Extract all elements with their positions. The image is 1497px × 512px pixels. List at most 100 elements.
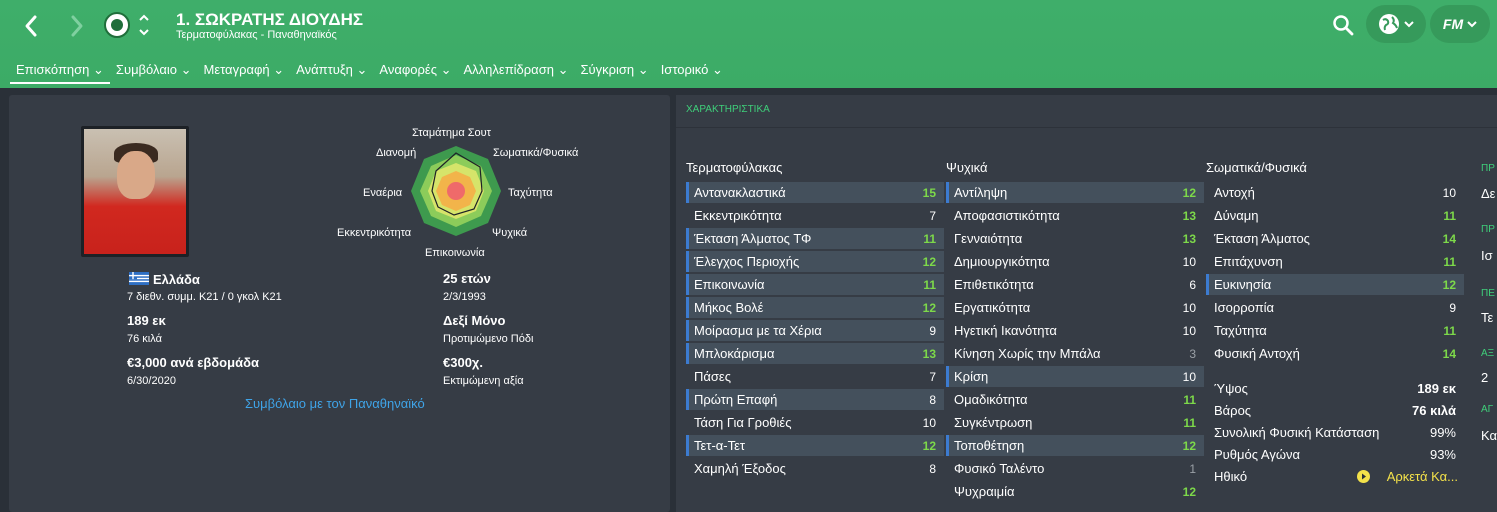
attribute-value: 10 <box>1182 323 1196 338</box>
attribute-row[interactable]: Γενναιότητα 13 <box>946 228 1204 249</box>
fm-menu-button[interactable]: FM <box>1430 5 1490 43</box>
attribute-name: Αντανακλαστικά <box>694 185 786 200</box>
attribute-row[interactable]: Έλεγχος Περιοχής 12 <box>686 251 944 272</box>
mental-header: Ψυχικά <box>946 160 988 175</box>
greece-flag-icon <box>129 272 149 285</box>
attributes-section-title: ΧΑΡΑΚΤΗΡΙΣΤΙΚΑ <box>686 104 770 115</box>
attribute-value: 13 <box>1182 231 1196 246</box>
attribute-row[interactable]: Μήκος Βολέ 12 <box>686 297 944 318</box>
physical-header: Σωματικά/Φυσικά <box>1206 160 1307 175</box>
player-switch-icon[interactable] <box>138 12 150 41</box>
attribute-name: Αντίληψη <box>954 185 1008 200</box>
edge-value-1: Δε <box>1481 186 1496 201</box>
attribute-name: Φυσική Αντοχή <box>1214 346 1300 361</box>
attribute-name: Ταχύτητα <box>1214 323 1267 338</box>
attribute-row[interactable]: Αποφασιστικότητα 13 <box>946 205 1204 226</box>
weight-value: 76 κιλά <box>127 333 162 345</box>
tab-interaction[interactable]: Αλληλεπίδραση ⌄ <box>458 62 575 84</box>
tab-overview[interactable]: Επισκόπηση ⌄ <box>10 62 110 84</box>
club-badge-icon[interactable] <box>104 12 130 38</box>
detail-label: Ηθικό <box>1214 468 1248 484</box>
attribute-value: 10 <box>1182 254 1196 269</box>
attribute-row[interactable]: Τετ-α-Τετ 12 <box>686 435 944 456</box>
attribute-row[interactable]: Φυσική Αντοχή 14 <box>1206 343 1464 364</box>
tab-reports[interactable]: Αναφορές ⌄ <box>373 62 457 84</box>
attribute-row[interactable]: Έκταση Άλματος 14 <box>1206 228 1464 249</box>
estimated-value: €300χ. <box>443 355 484 370</box>
detail-label: Ύψος <box>1214 380 1248 396</box>
attribute-row[interactable]: Φυσικό Ταλέντο 1 <box>946 458 1204 479</box>
attribute-row[interactable]: Αντίληψη 12 <box>946 182 1204 203</box>
tab-comparison[interactable]: Σύγκριση ⌄ <box>574 62 654 84</box>
wage-value: €3,000 ανά εβδομάδα <box>127 355 259 370</box>
attribute-row[interactable]: Ομαδικότητα 11 <box>946 389 1204 410</box>
attribute-row[interactable]: Εκκεντρικότητα 7 <box>686 205 944 226</box>
forward-arrow-icon[interactable] <box>62 12 90 40</box>
contract-end-date: 6/30/2020 <box>127 375 176 387</box>
attribute-row[interactable]: Δύναμη 11 <box>1206 205 1464 226</box>
tab-contract[interactable]: Συμβόλαιο ⌄ <box>110 62 198 84</box>
attribute-row[interactable]: Αντανακλαστικά 15 <box>686 182 944 203</box>
attribute-row[interactable]: Μοίρασμα με τα Χέρια 9 <box>686 320 944 341</box>
globe-icon <box>1379 14 1399 34</box>
attribute-name: Ηγετική Ικανότητα <box>954 323 1057 338</box>
radar-label-distribution: Διανομή <box>376 147 417 159</box>
attribute-row[interactable]: Συγκέντρωση 11 <box>946 412 1204 433</box>
edge-header-2: ΠΡ <box>1481 224 1495 235</box>
attribute-name: Εκκεντρικότητα <box>694 208 782 223</box>
search-icon[interactable] <box>1332 14 1354 36</box>
attribute-value: 11 <box>1183 392 1196 407</box>
attribute-row[interactable]: Τοποθέτηση 12 <box>946 435 1204 456</box>
attribute-row[interactable]: Κίνηση Χωρίς την Μπάλα 3 <box>946 343 1204 364</box>
attribute-row[interactable]: Ευκινησία 12 <box>1206 274 1464 295</box>
attribute-name: Πάσες <box>694 369 731 384</box>
header-bar: 1. ΣΩΚΡΑΤΗΣ ΔΙΟΥΔΗΣ Τερματοφύλακας - Παν… <box>0 0 1497 88</box>
attribute-row[interactable]: Τάση Για Γροθιές 10 <box>686 412 944 433</box>
attribute-value: 8 <box>929 392 936 407</box>
globe-menu-button[interactable] <box>1366 5 1426 43</box>
attribute-value: 10 <box>922 415 936 430</box>
tab-history[interactable]: Ιστορικό ⌄ <box>655 62 729 84</box>
radar-label-eccentricity: Εκκεντρικότητα <box>337 227 412 239</box>
attribute-row[interactable]: Ισορροπία 9 <box>1206 297 1464 318</box>
attribute-value: 11 <box>923 277 936 292</box>
attribute-value: 11 <box>1443 254 1456 269</box>
attribute-row[interactable]: Εργατικότητα 10 <box>946 297 1204 318</box>
attribute-value: 3 <box>1189 346 1196 361</box>
attribute-row[interactable]: Ψυχραιμία 12 <box>946 481 1204 502</box>
attribute-name: Αποφασιστικότητα <box>954 208 1060 223</box>
attribute-row[interactable]: Ηγετική Ικανότητα 10 <box>946 320 1204 341</box>
contract-link[interactable]: Συμβόλαιο με τον Παναθηναϊκό <box>245 396 425 411</box>
edge-value-3: Τε <box>1481 310 1494 325</box>
edge-value-4: 2 <box>1481 370 1489 385</box>
radar-label-shot-stopping: Σταμάτημα Σουτ <box>412 127 492 139</box>
radar-label-aerial: Εναέρια <box>363 187 403 199</box>
attribute-row[interactable]: Έκταση Άλματος ΤΦ 11 <box>686 228 944 249</box>
attribute-row[interactable]: Επικοινωνία 11 <box>686 274 944 295</box>
attribute-name: Ευκινησία <box>1214 277 1272 292</box>
attribute-row[interactable]: Αντοχή 10 <box>1206 182 1464 203</box>
attribute-value: 11 <box>1443 208 1456 223</box>
attribute-value: 10 <box>1442 185 1456 200</box>
estimated-value-label: Εκτιμώμενη αξία <box>443 375 524 387</box>
attribute-row[interactable]: Κρίση 10 <box>946 366 1204 387</box>
attribute-value: 7 <box>929 369 936 384</box>
attribute-row[interactable]: Επιτάχυνση 11 <box>1206 251 1464 272</box>
attribute-name: Μοίρασμα με τα Χέρια <box>694 323 822 338</box>
back-arrow-icon[interactable] <box>18 12 46 40</box>
attribute-row[interactable]: Χαμηλή Έξοδος 8 <box>686 458 944 479</box>
attribute-value: 15 <box>922 185 936 200</box>
tab-transfer[interactable]: Μεταγραφή ⌄ <box>197 62 290 84</box>
attribute-row[interactable]: Μπλοκάρισμα 13 <box>686 343 944 364</box>
attribute-name: Δημιουργικότητα <box>954 254 1050 269</box>
attribute-row[interactable]: Ταχύτητα 11 <box>1206 320 1464 341</box>
attribute-value: 10 <box>1182 369 1196 384</box>
preferred-foot-label: Προτιμώμενο Πόδι <box>443 333 534 345</box>
attribute-row[interactable]: Πάσες 7 <box>686 366 944 387</box>
detail-value: 99% <box>1429 424 1456 440</box>
attribute-row[interactable]: Πρώτη Επαφή 8 <box>686 389 944 410</box>
tab-development[interactable]: Ανάπτυξη ⌄ <box>290 62 373 84</box>
height-value: 189 εκ <box>127 313 166 328</box>
attribute-row[interactable]: Επιθετικότητα 6 <box>946 274 1204 295</box>
attribute-row[interactable]: Δημιουργικότητα 10 <box>946 251 1204 272</box>
